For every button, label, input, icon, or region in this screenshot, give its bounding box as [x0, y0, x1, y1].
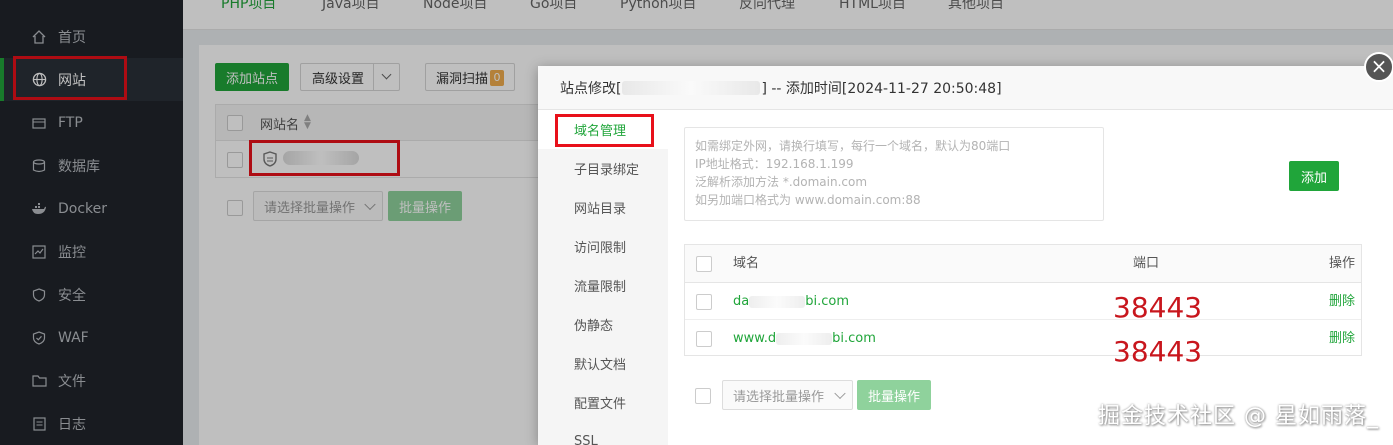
- table-row: da bi.com 删除: [685, 283, 1361, 320]
- modal-batch-select[interactable]: 请选择批量操作: [722, 380, 853, 410]
- modal-header: 站点修改[ ] -- 添加时间[2024-11-27 20:50:48]: [538, 66, 1393, 110]
- add-domain-button[interactable]: 添加: [1289, 161, 1339, 191]
- delete-domain-link[interactable]: 删除: [1329, 320, 1355, 357]
- menu-domain-management[interactable]: 域名管理: [538, 110, 668, 149]
- delete-domain-link[interactable]: 删除: [1329, 283, 1355, 320]
- menu-site-directory[interactable]: 网站目录: [538, 188, 668, 227]
- domain-column-header: 域名: [733, 256, 760, 271]
- menu-access-restriction[interactable]: 访问限制: [538, 227, 668, 266]
- domain-input-hint-line: 如另加端口格式为 www.domain.com:88: [695, 193, 921, 207]
- domain-text-start: www.d: [733, 331, 777, 346]
- menu-default-document[interactable]: 默认文档: [538, 344, 668, 383]
- modal-side-menu: 域名管理 子目录绑定 网站目录 访问限制 流量限制 伪静态 默认文档 配置文件 …: [538, 110, 668, 445]
- watermark-text: 掘金技术社区 @ 星如雨落_: [1098, 404, 1379, 429]
- domain-cell: da bi.com: [733, 283, 849, 320]
- modal-title-suffix: ] -- 添加时间[2024-11-27 20:50:48]: [761, 80, 1002, 97]
- port-value: 38443: [1113, 291, 1203, 324]
- menu-config-file[interactable]: 配置文件: [538, 383, 668, 422]
- modal-title-prefix: 站点修改[: [560, 80, 622, 97]
- domain-table: 域名 端口 操作 da bi.com 删除 www.d bi.com 删除: [684, 244, 1362, 356]
- domain-input-hint-line: 如需绑定外网，请换行填写，每行一个域名，默认为80端口: [695, 139, 1011, 153]
- modal-batch-placeholder: 请选择批量操作: [733, 389, 825, 405]
- action-column-header: 操作: [1329, 256, 1356, 271]
- domain-row-checkbox[interactable]: [696, 331, 712, 347]
- domain-cell: www.d bi.com: [733, 320, 876, 357]
- port-column-header: 端口: [1133, 256, 1160, 271]
- menu-ssl[interactable]: SSL: [538, 422, 668, 445]
- domain-text-end: bi.com: [805, 294, 849, 309]
- domain-row-checkbox[interactable]: [696, 294, 712, 310]
- modal-batch-button[interactable]: 批量操作: [857, 380, 931, 410]
- close-icon[interactable]: ×: [1364, 52, 1393, 82]
- domain-input-hint-line: IP地址格式：192.168.1.199: [695, 157, 854, 171]
- domain-redacted: [776, 332, 833, 345]
- domain-select-all-checkbox[interactable]: [696, 256, 712, 272]
- menu-traffic-limit[interactable]: 流量限制: [538, 266, 668, 305]
- domain-text-end: bi.com: [832, 331, 876, 346]
- modal-batch-checkbox[interactable]: [695, 388, 711, 404]
- domain-table-header: 域名 端口 操作: [685, 245, 1361, 283]
- domain-redacted: [749, 295, 806, 308]
- menu-rewrite[interactable]: 伪静态: [538, 305, 668, 344]
- menu-subdirectory-binding[interactable]: 子目录绑定: [538, 149, 668, 188]
- chevron-down-icon: [834, 387, 846, 400]
- domain-input[interactable]: 如需绑定外网，请换行填写，每行一个域名，默认为80端口 IP地址格式：192.1…: [684, 127, 1104, 221]
- table-row: www.d bi.com 删除: [685, 320, 1361, 357]
- ip-redacted: [622, 80, 761, 95]
- domain-input-hint-line: 泛解析添加方法 *.domain.com: [695, 175, 868, 189]
- port-value: 38443: [1113, 335, 1203, 368]
- domain-text-start: da: [733, 294, 750, 309]
